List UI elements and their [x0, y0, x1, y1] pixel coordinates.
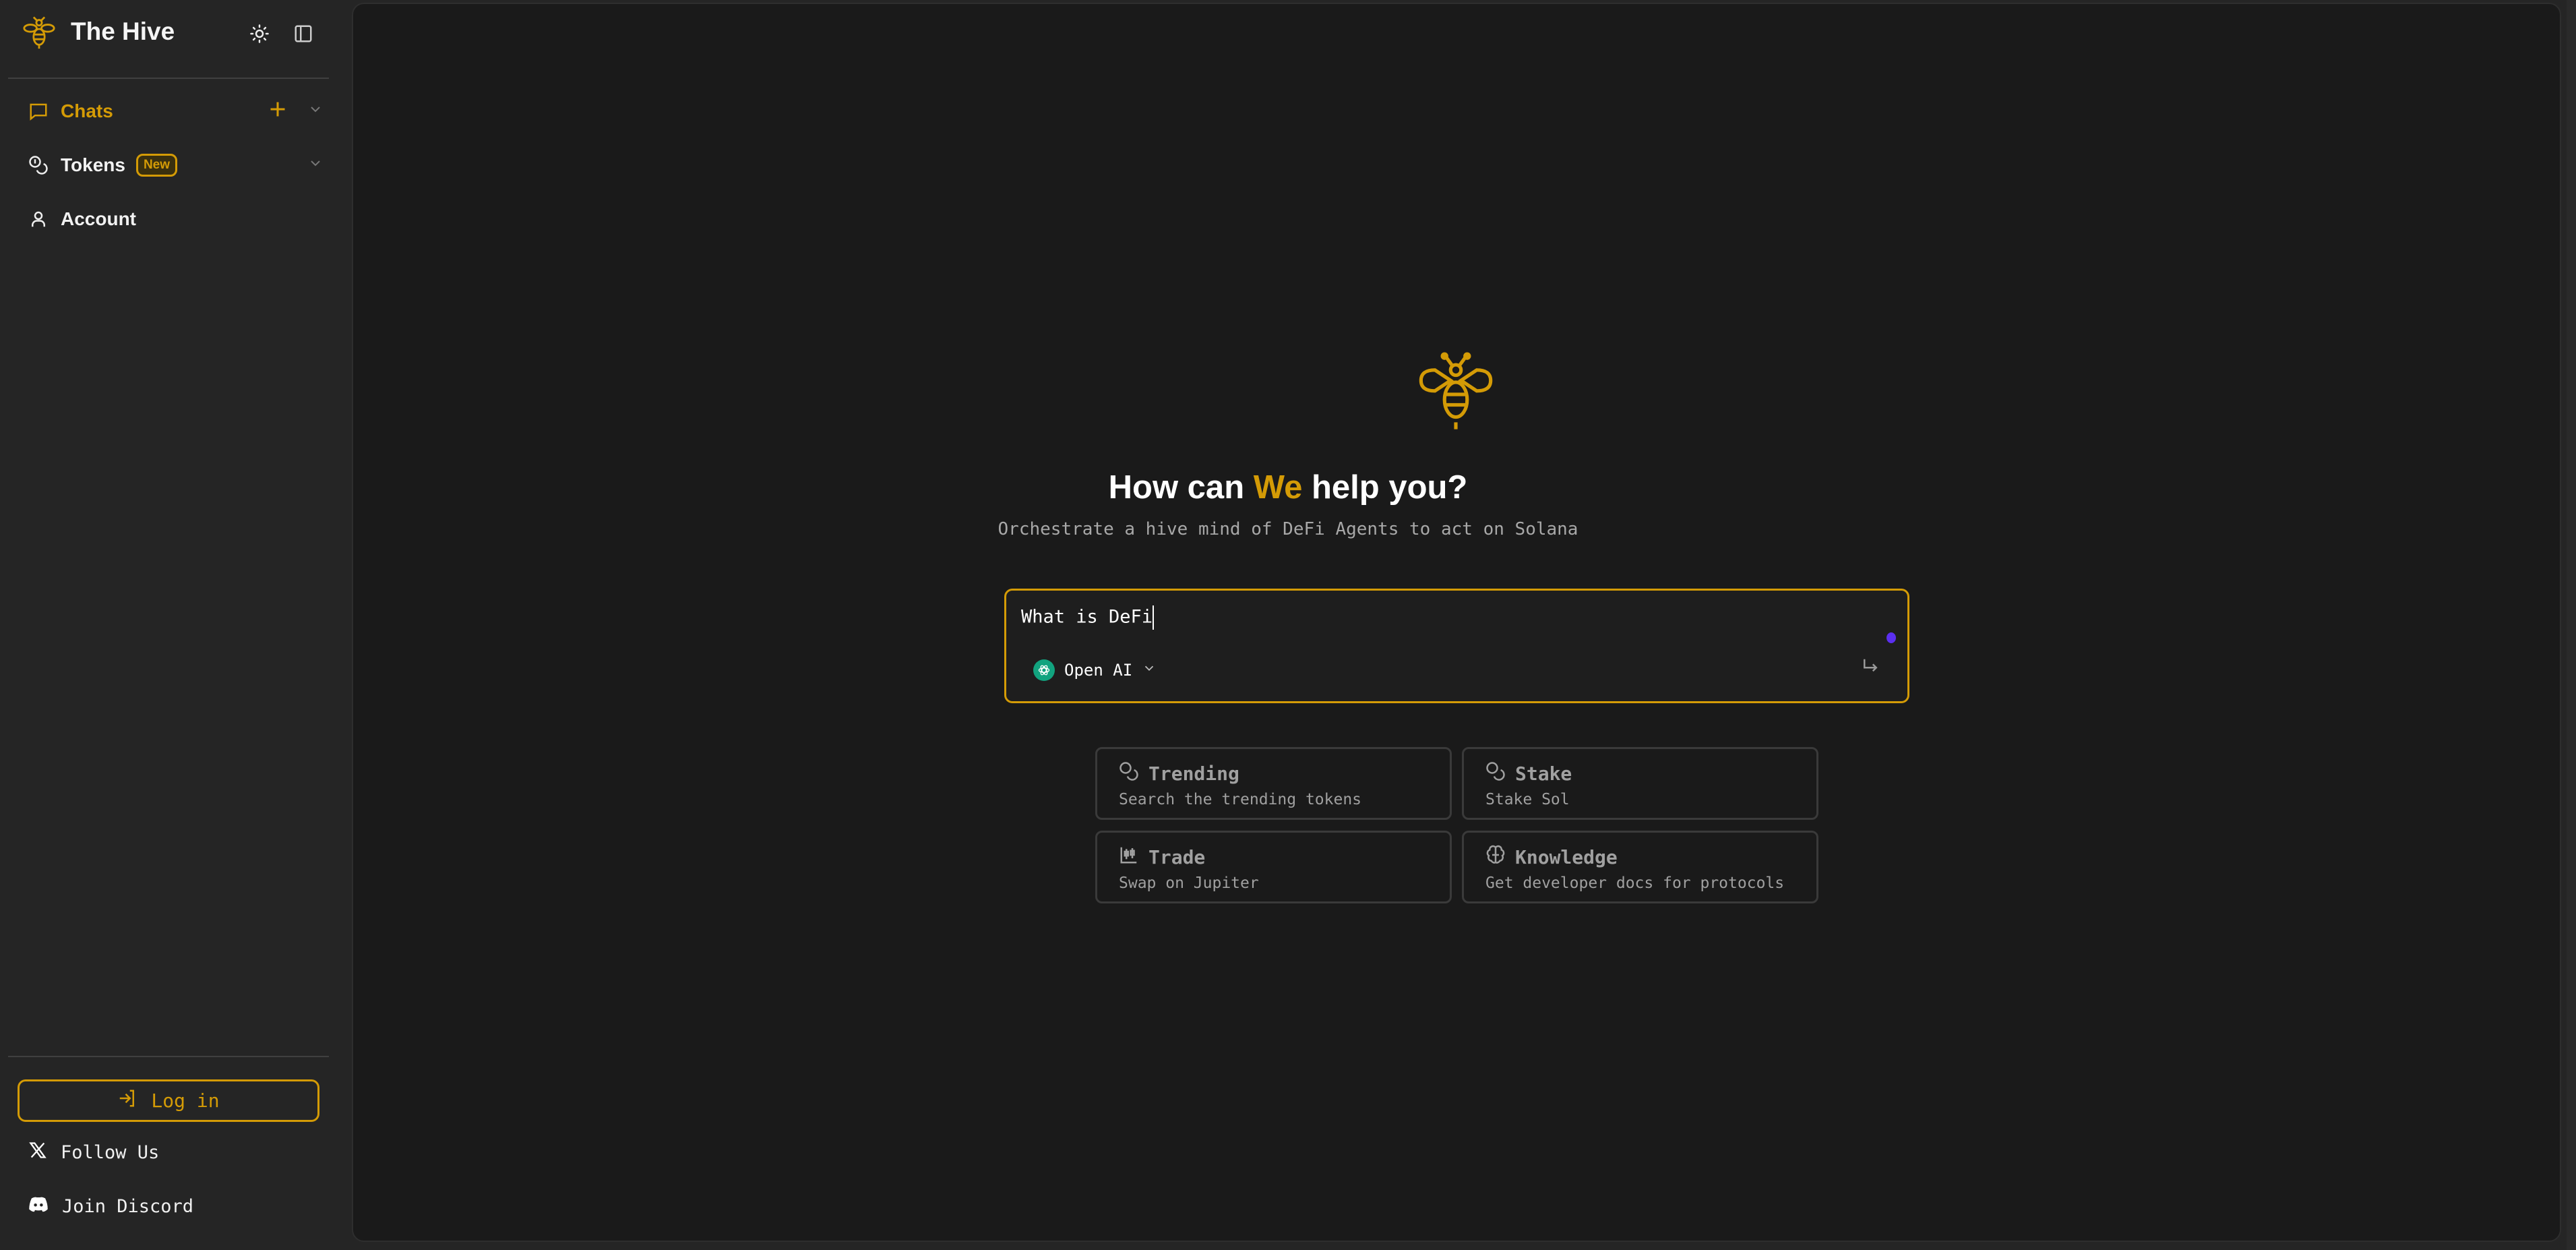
hive-bee-logo-icon: [1414, 351, 1498, 442]
sidebar-item-chats[interactable]: Chats: [27, 94, 324, 128]
sidebar-item-account[interactable]: Account: [27, 202, 324, 236]
follow-us-link[interactable]: Follow Us: [28, 1141, 159, 1164]
brain-icon: [1485, 845, 1506, 870]
new-chat-plus-icon[interactable]: [268, 100, 287, 123]
log-in-icon: [117, 1088, 137, 1113]
coins-icon: [1119, 761, 1139, 786]
send-enter-icon[interactable]: [1860, 657, 1880, 680]
card-title: Trade: [1148, 846, 1206, 868]
chat-input-box[interactable]: What is DeFi Open AI: [1004, 589, 1909, 703]
message-square-icon: [27, 100, 50, 123]
suggestion-card-knowledge[interactable]: Knowledge Get developer docs for protoco…: [1462, 831, 1818, 903]
card-title: Trending: [1148, 763, 1239, 785]
model-selector[interactable]: Open AI: [1033, 659, 1157, 681]
discord-icon: [28, 1195, 49, 1218]
sidebar-divider: [8, 78, 329, 79]
text-caret: [1153, 605, 1155, 630]
chevron-down-icon: [1142, 661, 1157, 680]
heading-text: How can: [1108, 469, 1254, 506]
sidebar-item-label: Tokens: [61, 154, 125, 175]
sidebar-item-label: Account: [61, 208, 136, 229]
app-title: The Hive: [71, 18, 175, 45]
sidebar-item-label: Chats: [61, 100, 113, 121]
card-description: Get developer docs for protocols: [1485, 874, 1785, 892]
chevron-down-icon[interactable]: [307, 100, 324, 122]
chevron-down-icon[interactable]: [307, 154, 324, 176]
coins-icon: [27, 154, 50, 177]
suggestion-card-stake[interactable]: Stake Stake Sol: [1462, 747, 1818, 820]
user-icon: [27, 208, 50, 231]
chat-input-value: What is DeFi: [1021, 606, 1153, 628]
join-discord-label: Join Discord: [62, 1196, 194, 1217]
candlestick-chart-icon: [1119, 845, 1139, 870]
hive-logo-icon: [20, 15, 58, 53]
openai-icon: [1033, 659, 1055, 681]
theme-toggle-sun-icon[interactable]: [245, 19, 274, 49]
page-subtitle: Orchestrate a hive mind of DeFi Agents t…: [998, 519, 1578, 539]
sidebar-toggle-icon[interactable]: [288, 19, 318, 49]
sidebar-item-tokens[interactable]: Tokens New: [27, 148, 324, 182]
suggestion-card-trade[interactable]: Trade Swap on Jupiter: [1095, 831, 1452, 903]
card-title: Knowledge: [1515, 846, 1618, 868]
x-logo-icon: [28, 1141, 47, 1164]
heading-text: help you?: [1302, 469, 1468, 506]
card-description: Search the trending tokens: [1119, 791, 1362, 808]
model-label: Open AI: [1064, 661, 1133, 680]
sidebar-bottom-divider: [8, 1056, 329, 1057]
scrollbar[interactable]: [2567, 0, 2576, 1250]
follow-us-label: Follow Us: [61, 1142, 160, 1163]
card-description: Swap on Jupiter: [1119, 874, 1259, 892]
join-discord-link[interactable]: Join Discord: [28, 1195, 193, 1218]
suggestion-card-trending[interactable]: Trending Search the trending tokens: [1095, 747, 1452, 820]
card-description: Stake Sol: [1485, 791, 1570, 808]
login-button[interactable]: Log in: [18, 1079, 319, 1122]
coins-icon: [1485, 761, 1506, 786]
heading-accent: We: [1253, 469, 1303, 506]
card-title: Stake: [1515, 763, 1572, 785]
page-heading: How can We help you?: [0, 469, 2576, 506]
sidebar: The Hive Chats Tokens New Account Log in…: [0, 0, 350, 1250]
new-badge: New: [135, 154, 178, 177]
chat-input[interactable]: What is DeFi: [1021, 605, 1830, 630]
status-dot: [1887, 632, 1896, 643]
login-label: Log in: [151, 1090, 220, 1112]
